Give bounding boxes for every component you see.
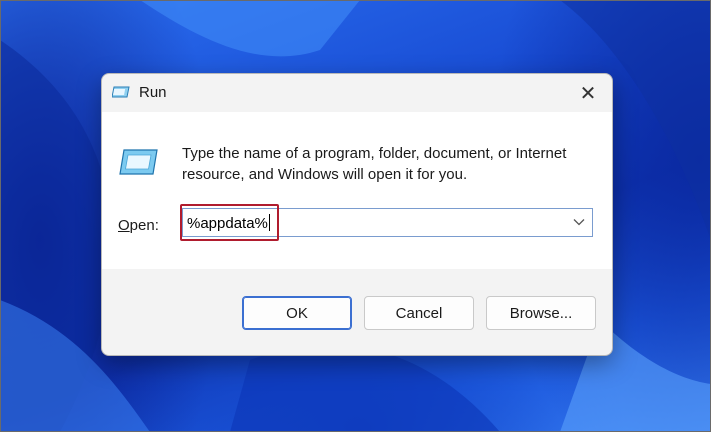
open-label: Open:: [118, 217, 159, 234]
browse-button[interactable]: Browse...: [486, 296, 596, 330]
annotation-highlight-box: [180, 204, 279, 241]
run-app-icon: [111, 84, 132, 105]
instruction-text: Type the name of a program, folder, docu…: [182, 145, 567, 183]
close-icon: ✕: [579, 82, 597, 105]
run-program-icon: [119, 147, 159, 182]
cancel-button[interactable]: Cancel: [364, 296, 474, 330]
chevron-down-icon[interactable]: [572, 214, 586, 230]
ok-button[interactable]: OK: [242, 296, 352, 330]
run-dialog: Run ✕ Type the name of a program, folder…: [101, 73, 613, 356]
close-button[interactable]: ✕: [570, 78, 606, 108]
title-bar[interactable]: Run ✕: [102, 74, 612, 112]
window-title: Run: [139, 84, 167, 101]
dialog-body: Type the name of a program, folder, docu…: [102, 112, 612, 269]
